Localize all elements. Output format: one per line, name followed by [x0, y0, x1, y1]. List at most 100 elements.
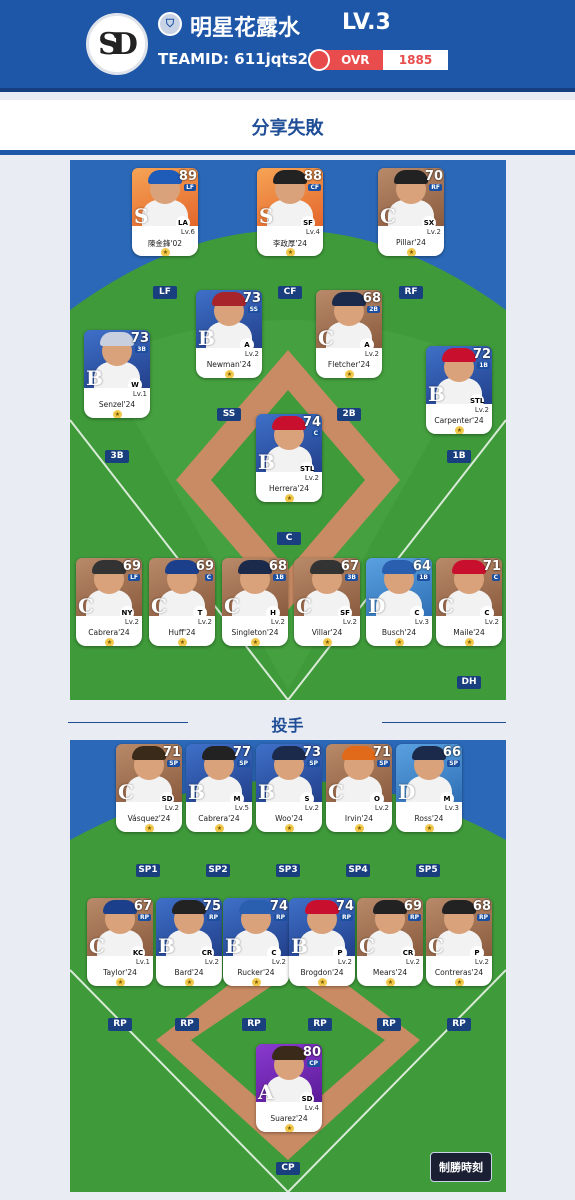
player-card[interactable]: B STL 72 1B Lv.2 Carpenter'24 ★: [426, 346, 492, 444]
player-name: Taylor'24: [103, 968, 137, 977]
player-name: Busch'24: [381, 628, 417, 637]
player-rating: 73: [242, 291, 261, 306]
player-level: Lv.4: [305, 228, 320, 236]
card-frame: C NY 69 LF Lv.2 Cabrera'24 ★: [76, 558, 142, 646]
player-card[interactable]: B A 73 SS Lv.2 Newman'24 ★: [196, 290, 262, 388]
player-card[interactable]: S SF 88 CF Lv.4 李政厚'24 ★: [257, 168, 323, 266]
card-frame: S LA 89 LF Lv.6 陳金鋒'02 ★: [132, 168, 198, 256]
player-name: Fletcher'24: [327, 360, 371, 369]
star-icon: ★: [145, 824, 154, 832]
player-card[interactable]: C T 69 C Lv.2 Huff'24 ★: [149, 558, 215, 656]
card-grade: C: [118, 780, 134, 804]
player-cap: [165, 560, 199, 574]
player-position-badge: CF: [308, 184, 321, 191]
share-status-title: 分享失敗: [251, 118, 324, 139]
player-card[interactable]: C P 68 RP Lv.2 Contreras'24 ★: [426, 898, 492, 996]
player-card[interactable]: B STL 74 C Lv.2 Herrera'24 ★: [256, 414, 322, 512]
player-card[interactable]: B W 73 3B Lv.1 Senzel'24 ★: [84, 330, 150, 428]
card-frame: C C 71 C Lv.2 Maile'24 ★: [436, 558, 502, 646]
shield-badge-icon: ⛉: [158, 12, 182, 36]
player-rating: 67: [340, 559, 359, 574]
card-grade: C: [359, 934, 375, 958]
ovr-value: 1885: [382, 50, 449, 70]
player-level: Lv.4: [304, 1104, 319, 1112]
card-frame: A SD 80 CP Lv.4 Suarez'24 ★: [256, 1044, 322, 1132]
player-card[interactable]: D M 66 SP Lv.3 Ross'24 ★: [396, 744, 462, 842]
player-position-badge: RF: [429, 184, 442, 191]
player-cap: [272, 416, 306, 430]
player-card[interactable]: C A 68 2B Lv.2 Fletcher'24 ★: [316, 290, 382, 388]
player-position-badge: 1B: [417, 574, 430, 581]
card-grade: A: [258, 1080, 274, 1104]
player-card[interactable]: B P 74 RP Lv.2 Brogdon'24 ★: [289, 898, 355, 996]
player-cap: [132, 746, 166, 760]
card-grade: D: [398, 780, 416, 804]
player-card[interactable]: C H 68 1B Lv.2 Singleton'24 ★: [222, 558, 288, 656]
player-rating: 71: [162, 745, 181, 760]
card-grade: C: [78, 594, 94, 618]
player-level: Lv.2: [374, 804, 389, 812]
player-card[interactable]: C NY 69 LF Lv.2 Cabrera'24 ★: [76, 558, 142, 656]
player-name: Rucker'24: [237, 968, 275, 977]
card-frame: C P 68 RP Lv.2 Contreras'24 ★: [426, 898, 492, 986]
star-icon: ★: [225, 370, 234, 378]
card-frame: C KC 67 RP Lv.1 Taylor'24 ★: [87, 898, 153, 986]
star-icon: ★: [386, 978, 395, 986]
player-position-badge: SS: [247, 306, 260, 313]
card-grade: C: [296, 594, 312, 618]
player-level: Lv.2: [164, 804, 179, 812]
star-icon: ★: [323, 638, 332, 646]
lineup-slot-tag: SP1: [136, 864, 160, 877]
player-card[interactable]: C SX 70 RF Lv.2 Pillar'24 ★: [378, 168, 444, 266]
player-card[interactable]: B S 73 SP Lv.2 Woo'24 ★: [256, 744, 322, 842]
player-level: Lv.6: [180, 228, 195, 236]
player-name: Cabrera'24: [88, 628, 130, 637]
player-level: Lv.3: [414, 618, 429, 626]
card-frame: B P 74 RP Lv.2 Brogdon'24 ★: [289, 898, 355, 986]
lineup-slot-tag: LF: [153, 286, 177, 299]
player-position-badge: 3B: [135, 346, 148, 353]
player-rating: 89: [178, 169, 197, 184]
card-grade: C: [380, 204, 396, 228]
player-name: Newman'24: [206, 360, 252, 369]
player-card[interactable]: C SF 67 3B Lv.2 Villar'24 ★: [294, 558, 360, 656]
player-card[interactable]: C SD 71 SP Lv.2 Vásquez'24 ★: [116, 744, 182, 842]
player-level: Lv.2: [197, 618, 212, 626]
hitters-field: S LA 89 LF Lv.6 陳金鋒'02 ★ LF S SF 88 CF Lv.4 李政厚'24 ★ CF…: [70, 160, 506, 700]
header-divider: [0, 88, 575, 92]
player-card[interactable]: B M 77 SP Lv.5 Cabrera'24 ★: [186, 744, 252, 842]
player-level: Lv.2: [484, 618, 499, 626]
card-frame: B STL 74 C Lv.2 Herrera'24 ★: [256, 414, 322, 502]
player-card[interactable]: B C 74 RP Lv.2 Rucker'24 ★: [223, 898, 289, 996]
player-rating: 73: [302, 745, 321, 760]
player-name: Contreras'24: [434, 968, 484, 977]
player-cap: [332, 292, 366, 306]
player-position-badge: C: [491, 574, 500, 581]
player-cap: [103, 900, 137, 914]
player-position-badge: SP: [377, 760, 390, 767]
player-rating: 67: [133, 899, 152, 914]
card-grade: D: [368, 594, 386, 618]
player-level: Lv.1: [132, 390, 147, 398]
player-card[interactable]: C KC 67 RP Lv.1 Taylor'24 ★: [87, 898, 153, 996]
player-card[interactable]: D C 64 1B Lv.3 Busch'24 ★: [366, 558, 432, 656]
player-rating: 74: [335, 899, 354, 914]
player-card[interactable]: C O 71 SP Lv.2 Irvin'24 ★: [326, 744, 392, 842]
player-position-badge: RP: [206, 914, 220, 921]
player-position-badge: SP: [307, 760, 320, 767]
pitchers-field: C SD 71 SP Lv.2 Vásquez'24 ★ SP1 B M 77 SP Lv.5 Cabre…: [70, 740, 506, 1192]
player-card[interactable]: S LA 89 LF Lv.6 陳金鋒'02 ★: [132, 168, 198, 266]
player-name: Brogdon'24: [300, 968, 344, 977]
player-position-badge: RP: [339, 914, 353, 921]
player-card[interactable]: B CR 75 RP Lv.2 Bard'24 ★: [156, 898, 222, 996]
player-card[interactable]: C C 71 C Lv.2 Maile'24 ★: [436, 558, 502, 656]
player-level: Lv.2: [405, 958, 420, 966]
player-name: Irvin'24: [344, 814, 374, 823]
player-cap: [382, 560, 416, 574]
player-rating: 69: [195, 559, 214, 574]
lineup-slot-tag: DH: [457, 676, 481, 689]
player-card[interactable]: C CR 69 RP Lv.2 Mears'24 ★: [357, 898, 423, 996]
player-name: Bard'24: [174, 968, 204, 977]
player-card[interactable]: A SD 80 CP Lv.4 Suarez'24 ★: [256, 1044, 322, 1142]
player-name: Cabrera'24: [198, 814, 240, 823]
